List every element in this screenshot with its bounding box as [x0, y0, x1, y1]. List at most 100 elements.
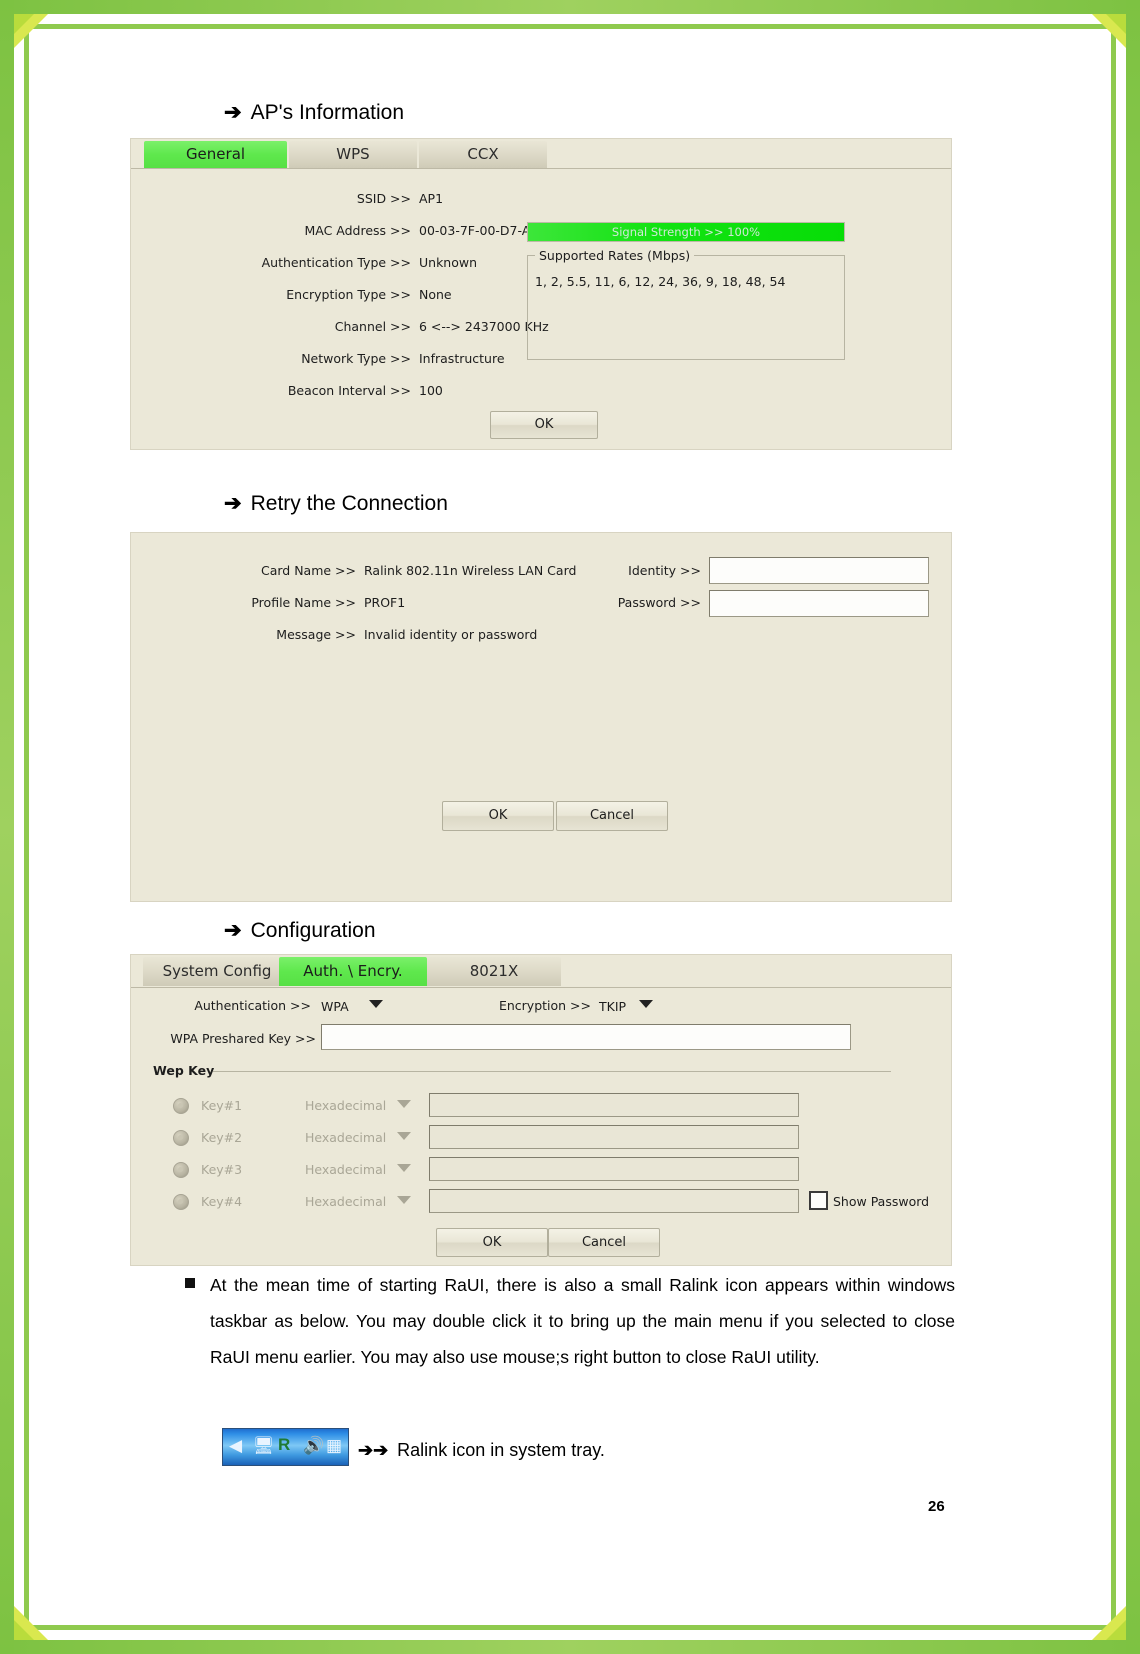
wep-key-1-chevron-down-icon[interactable]	[397, 1100, 411, 1108]
arrow-bullet-icon: ➔	[224, 101, 242, 124]
wep-key-3-format[interactable]: Hexadecimal	[305, 1162, 386, 1177]
wep-key-3-label: Key#3	[201, 1162, 243, 1177]
ap-field-value-mac-address: 00-03-7F-00-D7-A4	[419, 223, 539, 238]
authentication-label: Authentication >>	[194, 998, 311, 1013]
ap-field-value-encryption-type: None	[419, 287, 452, 302]
wep-key-group-title: Wep Key	[149, 1063, 219, 1078]
retry-identity-label: Identity >>	[628, 563, 701, 578]
configuration-dialog: System Config Auth. \ Encry. 8021X Authe…	[130, 954, 952, 1266]
wep-key-4-format[interactable]: Hexadecimal	[305, 1194, 386, 1209]
retry-message-value: Invalid identity or password	[364, 627, 538, 642]
double-arrow-bullet-icon: ➔➔	[358, 1440, 389, 1460]
heading-configuration: ➔ Configuration	[224, 918, 376, 943]
tray-ralink-icon: R	[278, 1435, 291, 1454]
arrow-bullet-icon: ➔	[224, 919, 242, 942]
retry-profile-name-value: PROF1	[364, 595, 406, 610]
password-input[interactable]	[709, 590, 929, 617]
ap-field-value-beacon-interval: 100	[419, 383, 443, 398]
tab-general[interactable]: General	[144, 141, 287, 168]
system-tray-screenshot: ◀ 🖥 R 🔊 ▦	[222, 1428, 349, 1466]
retry-password-label: Password >>	[617, 595, 701, 610]
retry-ok-button[interactable]: OK	[442, 801, 554, 831]
wep-key-3-input[interactable]	[429, 1157, 799, 1181]
heading-retry-the-connection: ➔ Retry the Connection	[224, 491, 448, 516]
configuration-tabstrip: System Config Auth. \ Encry. 8021X	[131, 955, 951, 988]
ap-tabstrip: General WPS CCX	[131, 139, 951, 169]
wep-key-1-format[interactable]: Hexadecimal	[305, 1098, 386, 1113]
show-password-label: Show Password	[833, 1194, 930, 1209]
wep-key-4-label: Key#4	[201, 1194, 243, 1209]
authentication-value[interactable]: WPA	[321, 999, 349, 1014]
wep-key-1-label: Key#1	[201, 1098, 243, 1113]
page-number: 26	[928, 1498, 945, 1515]
heading-text: Retry the Connection	[250, 492, 448, 515]
retry-profile-name-label: Profile Name >>	[251, 595, 356, 610]
tab-wps-label: WPS	[336, 145, 370, 163]
square-bullet-icon	[185, 1278, 195, 1288]
tray-icon-caption-text: Ralink icon in system tray.	[397, 1440, 605, 1460]
wpa-preshared-key-label: WPA Preshared Key >>	[170, 1031, 316, 1046]
tab-ccx[interactable]: CCX	[419, 141, 547, 168]
heading-aps-information: ➔ AP's Information	[224, 100, 404, 125]
ap-ok-button[interactable]: OK	[490, 411, 598, 439]
ap-field-label-beacon-interval: Beacon Interval >>	[287, 383, 411, 398]
wep-key-group-rule	[213, 1071, 891, 1072]
wep-key-2-radio[interactable]	[173, 1130, 189, 1146]
encryption-value[interactable]: TKIP	[599, 999, 626, 1014]
tab-wps[interactable]: WPS	[289, 141, 417, 168]
heading-text: Configuration	[250, 919, 376, 942]
ap-field-label-encryption-type: Encryption Type >>	[286, 287, 411, 302]
arrow-bullet-icon: ➔	[224, 492, 242, 515]
retry-message-label: Message >>	[276, 627, 356, 642]
identity-input[interactable]	[709, 557, 929, 584]
heading-text: AP's Information	[250, 101, 405, 124]
tab-8021x-label: 8021X	[469, 962, 519, 980]
wep-key-4-chevron-down-icon[interactable]	[397, 1196, 411, 1204]
ap-field-value-network-type: Infrastructure	[419, 351, 505, 366]
authentication-chevron-down-icon[interactable]	[369, 1000, 383, 1008]
supported-rates-title: Supported Rates (Mbps)	[535, 248, 695, 263]
tab-system-config-label: System Config	[162, 962, 272, 980]
wep-key-3-chevron-down-icon[interactable]	[397, 1164, 411, 1172]
wep-key-2-input[interactable]	[429, 1125, 799, 1149]
tab-auth-encry-label: Auth. \ Encry.	[303, 962, 403, 980]
configuration-ok-button[interactable]: OK	[436, 1228, 548, 1257]
wep-key-4-input[interactable]	[429, 1189, 799, 1213]
tab-8021x[interactable]: 8021X	[427, 957, 561, 986]
retry-cancel-button[interactable]: Cancel	[556, 801, 668, 831]
note-paragraph: At the mean time of starting RaUI, there…	[210, 1275, 955, 1367]
tab-ccx-label: CCX	[467, 145, 499, 163]
tab-auth-encry[interactable]: Auth. \ Encry.	[279, 957, 427, 986]
wep-key-4-radio[interactable]	[173, 1194, 189, 1210]
tab-system-config[interactable]: System Config	[143, 957, 291, 986]
configuration-cancel-button[interactable]: Cancel	[548, 1228, 660, 1257]
wep-key-1-input[interactable]	[429, 1093, 799, 1117]
ap-field-label-mac-address: MAC Address >>	[304, 223, 411, 238]
ap-field-label-channel: Channel >>	[334, 319, 411, 334]
wep-key-1-radio[interactable]	[173, 1098, 189, 1114]
retry-card-name-value: Ralink 802.11n Wireless LAN Card	[364, 563, 577, 578]
ap-field-label-ssid: SSID >>	[356, 191, 411, 206]
encryption-label: Encryption >>	[498, 998, 591, 1013]
ap-information-dialog: General WPS CCX SSID >> AP1 MAC Address …	[130, 138, 952, 450]
wep-key-2-label: Key#2	[201, 1130, 243, 1145]
configuration-tabstrip-underline	[131, 987, 951, 988]
ap-field-value-authentication-type: Unknown	[419, 255, 478, 270]
wep-key-2-format[interactable]: Hexadecimal	[305, 1130, 386, 1145]
supported-rates-value: 1, 2, 5.5, 11, 6, 12, 24, 36, 9, 18, 48,…	[535, 274, 786, 289]
tabstrip-underline	[131, 168, 951, 169]
wep-key-2-chevron-down-icon[interactable]	[397, 1132, 411, 1140]
signal-strength-bar: Signal Strength >> 100%	[527, 222, 845, 242]
tray-network-icon: 🖥	[253, 1436, 275, 1455]
retry-connection-dialog: Card Name >> Ralink 802.11n Wireless LAN…	[130, 532, 952, 902]
retry-card-name-label: Card Name >>	[260, 563, 356, 578]
tray-icon-caption: ➔➔ Ralink icon in system tray.	[358, 1440, 605, 1461]
wpa-preshared-key-input[interactable]	[321, 1024, 851, 1050]
encryption-chevron-down-icon[interactable]	[639, 1000, 653, 1008]
ap-field-label-authentication-type: Authentication Type >>	[261, 255, 411, 270]
tray-window-icon: ▦	[326, 1436, 343, 1455]
wep-key-3-radio[interactable]	[173, 1162, 189, 1178]
show-password-checkbox[interactable]	[809, 1191, 828, 1210]
tray-back-arrow-icon: ◀	[229, 1436, 243, 1455]
supported-rates-group	[527, 255, 845, 360]
